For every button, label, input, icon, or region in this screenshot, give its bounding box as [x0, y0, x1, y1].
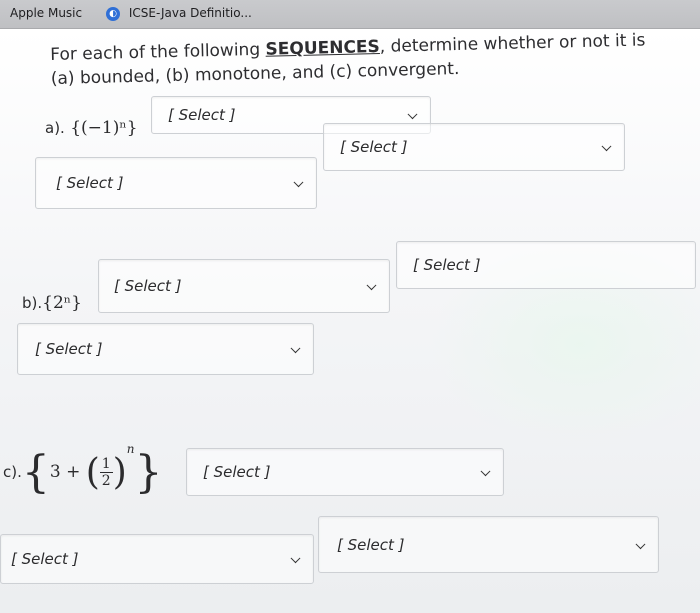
part-b-label: b).{2ⁿ}: [22, 293, 82, 313]
globe-icon: ◐: [106, 6, 120, 21]
fraction-one-half: 12: [99, 456, 113, 489]
chevron-down-icon: [290, 553, 301, 564]
part-b-dropdown-bounded[interactable]: [ Select ]: [98, 259, 390, 313]
part-a-sequence: {(−1)ⁿ}: [70, 118, 138, 138]
chevron-down-icon: [366, 280, 377, 291]
bookmarks-bar: Apple Music ◐ ICSE-Java Definitio...: [0, 0, 700, 29]
chevron-down-icon: [635, 538, 646, 549]
chevron-down-icon: [407, 109, 418, 120]
chevron-down-icon: [480, 466, 491, 477]
part-a-label: a). {(−1)ⁿ}: [45, 118, 138, 138]
part-c-dropdown-convergent[interactable]: [ Select ]: [318, 516, 659, 573]
part-c-dropdown-monotone[interactable]: [ Select ]: [0, 534, 314, 584]
chevron-down-icon: [601, 141, 612, 152]
bookmark-apple-music[interactable]: Apple Music: [10, 6, 82, 20]
chevron-down-icon: [290, 343, 301, 354]
chevron-down-icon: [293, 177, 304, 188]
part-b-dropdown-convergent[interactable]: [ Select ]: [396, 241, 696, 289]
part-b-sequence: {2ⁿ}: [42, 293, 82, 313]
part-c-dropdown-bounded[interactable]: [ Select ]: [186, 448, 504, 496]
part-a-dropdown-convergent[interactable]: [ Select ]: [323, 123, 625, 171]
sequences-emphasis: SEQUENCES: [265, 36, 381, 60]
part-a-dropdown-monotone[interactable]: [ Select ]: [35, 157, 317, 209]
quiz-page: For each of the following SEQUENCES, det…: [0, 29, 700, 613]
part-c-label: c).{3 + (1 2)n}: [3, 442, 163, 498]
part-b-dropdown-monotone[interactable]: [ Select ]: [17, 323, 314, 375]
question-instructions: For each of the following SEQUENCES, det…: [50, 30, 646, 89]
bookmark-icse-java[interactable]: ◐ ICSE-Java Definitio...: [106, 6, 252, 21]
